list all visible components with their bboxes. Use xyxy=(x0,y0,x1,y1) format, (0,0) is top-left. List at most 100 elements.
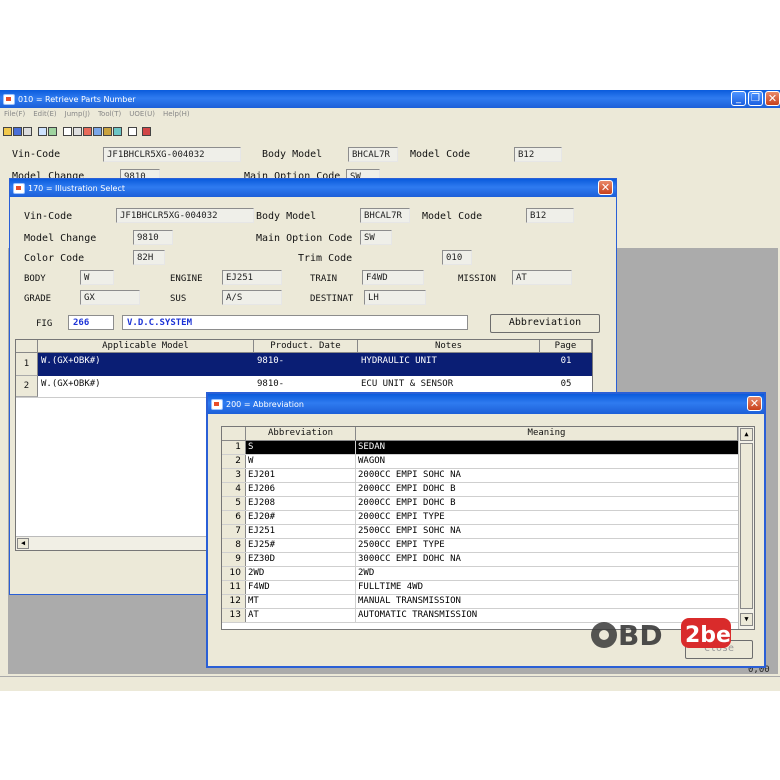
item-meaning: FULLTIME 4WD xyxy=(358,582,424,592)
item-abbreviation: EJ208 xyxy=(246,497,356,510)
list-item[interactable]: 11 F4WD FULLTIME 4WD xyxy=(222,581,738,595)
table-icon[interactable] xyxy=(73,126,82,136)
list-item[interactable]: 6 EJ20# 2000CC EMPI TYPE xyxy=(222,511,738,525)
ill-grade-field[interactable]: GX xyxy=(80,290,140,305)
ill-train-field[interactable]: F4WD xyxy=(362,270,424,285)
col-meaning[interactable]: Meaning xyxy=(356,427,738,441)
abb-table-corner xyxy=(222,427,246,441)
ill-vin-field[interactable]: JF1BHCLR5XG-004032 xyxy=(116,208,254,223)
list-item[interactable]: 5 EJ208 2000CC EMPI DOHC B xyxy=(222,497,738,511)
abbreviation-vertical-scrollbar[interactable]: ▲ ▼ xyxy=(738,427,754,629)
menu-help[interactable]: Help(H) xyxy=(163,110,190,122)
abbreviation-rows: 1 S SEDAN 2 W WAGON 3 EJ201 2000CC EMPI SOHC N… xyxy=(222,441,738,629)
open-icon[interactable] xyxy=(3,126,12,136)
ill-sus-field[interactable]: A/S xyxy=(222,290,282,305)
ill-body-model-label: Body Model xyxy=(256,211,317,222)
ill-model-change-field[interactable]: 9810 xyxy=(133,230,173,245)
scroll-down-icon[interactable]: ▼ xyxy=(740,613,753,626)
item-abbreviation: EJ251 xyxy=(246,525,356,538)
maximize-button[interactable]: ❐ xyxy=(748,91,763,106)
ill-color-code-field[interactable]: 82H xyxy=(133,250,165,265)
list-item[interactable]: 4 EJ206 2000CC EMPI DOHC B xyxy=(222,483,738,497)
ill-mission-field[interactable]: AT xyxy=(512,270,572,285)
item-number: 7 xyxy=(222,525,246,538)
scroll-left-icon[interactable]: ◀ xyxy=(17,538,29,549)
abbreviation-close-icon[interactable]: ✕ xyxy=(747,396,762,411)
ill-engine-field[interactable]: EJ251 xyxy=(222,270,282,285)
main-model-code-field[interactable]: B12 xyxy=(514,147,562,162)
table-row[interactable]: 1 W.(GX+OBK#) 9810- HYDRAULIC UNIT 01 xyxy=(16,353,592,376)
list-item[interactable]: 9 EZ30D 3000CC EMPI DOHC NA xyxy=(222,553,738,567)
image-icon[interactable] xyxy=(113,126,122,136)
item-meaning: 2000CC EMPI DOHC B xyxy=(358,498,456,508)
row-page: 01 xyxy=(560,356,572,366)
col-page[interactable]: Page xyxy=(540,340,592,353)
ill-trim-code-field[interactable]: 010 xyxy=(442,250,472,265)
obd2be-logo: BD 2be xyxy=(588,612,738,656)
row-model: W.(GX+OBK#) xyxy=(41,356,101,366)
main-vin-field[interactable]: JF1BHCLR5XG-004032 xyxy=(103,147,241,162)
save-icon[interactable] xyxy=(13,126,22,136)
main-body-model-field[interactable]: BHCAL7R xyxy=(348,147,398,162)
scroll-up-icon[interactable]: ▲ xyxy=(740,428,753,441)
item-meaning: 3000CC EMPI DOHC NA xyxy=(358,554,461,564)
item-number: 13 xyxy=(222,609,246,622)
list-item[interactable]: 3 EJ201 2000CC EMPI SOHC NA xyxy=(222,469,738,483)
list-item[interactable]: 10 2WD 2WD xyxy=(222,567,738,581)
exit-icon[interactable] xyxy=(142,126,151,136)
ill-model-code-field[interactable]: B12 xyxy=(526,208,574,223)
user-icon[interactable] xyxy=(93,126,102,136)
menu-bar: File(F) Edit(E) Jump(J) Tool(T) UOE(U) H… xyxy=(4,110,190,122)
list-item[interactable]: 2 W WAGON xyxy=(222,455,738,469)
item-meaning: WAGON xyxy=(358,456,386,466)
row-date: 9810- xyxy=(257,379,285,389)
list-item[interactable]: 8 EJ25# 2500CC EMPI TYPE xyxy=(222,539,738,553)
menu-jump[interactable]: Jump(J) xyxy=(65,110,90,122)
list-item[interactable]: 1 S SEDAN xyxy=(222,441,738,455)
item-abbreviation: F4WD xyxy=(246,581,356,594)
list-item[interactable]: 7 EJ251 2500CC EMPI SOHC NA xyxy=(222,525,738,539)
item-abbreviation: EJ20# xyxy=(246,511,356,524)
main-model-code-label: Model Code xyxy=(410,149,471,160)
menu-uoe[interactable]: UOE(U) xyxy=(129,110,155,122)
ill-train-label: TRAIN xyxy=(310,274,338,284)
col-abbreviation[interactable]: Abbreviation xyxy=(246,427,356,441)
abbreviation-window-title: 200 = Abbreviation xyxy=(226,399,304,409)
ill-destinat-field[interactable]: LH xyxy=(364,290,426,305)
minimize-button[interactable]: _ xyxy=(731,91,746,106)
ill-mission-label: MISSION xyxy=(458,274,496,284)
illustration-close-button[interactable]: ✕ xyxy=(598,180,613,195)
ill-color-code-label: Color Code xyxy=(24,253,85,264)
ill-vin-label: Vin-Code xyxy=(24,211,73,222)
table-corner xyxy=(16,340,38,353)
ill-body-model-field[interactable]: BHCAL7R xyxy=(360,208,410,223)
grid-icon[interactable] xyxy=(63,126,72,136)
item-meaning: 2500CC EMPI SOHC NA xyxy=(358,526,461,536)
scroll-thumb[interactable] xyxy=(740,443,753,609)
book-icon[interactable] xyxy=(103,126,112,136)
col-applicable-model[interactable]: Applicable Model xyxy=(38,340,254,353)
item-number: 8 xyxy=(222,539,246,552)
ill-main-option-field[interactable]: SW xyxy=(360,230,392,245)
list-icon[interactable] xyxy=(48,126,57,136)
item-number: 4 xyxy=(222,483,246,496)
ill-fig-number[interactable]: 266 xyxy=(68,315,114,330)
menu-file[interactable]: File(F) xyxy=(4,110,25,122)
item-number: 9 xyxy=(222,553,246,566)
ill-fig-name[interactable]: V.D.C.SYSTEM xyxy=(122,315,468,330)
col-notes[interactable]: Notes xyxy=(358,340,540,353)
table-horizontal-scrollbar[interactable]: ◀ xyxy=(16,536,216,550)
obd2be-logo-graphic: BD 2be xyxy=(591,618,731,652)
chart-icon[interactable] xyxy=(83,126,92,136)
ill-body-field[interactable]: W xyxy=(80,270,114,285)
list-item[interactable]: 12 MT MANUAL TRANSMISSION xyxy=(222,595,738,609)
print-icon[interactable] xyxy=(23,126,32,136)
col-product-date[interactable]: Product. Date xyxy=(254,340,358,353)
abbreviation-button[interactable]: Abbreviation xyxy=(490,314,600,333)
item-meaning: MANUAL TRANSMISSION xyxy=(358,596,461,606)
copy-icon[interactable] xyxy=(128,126,137,136)
find-icon[interactable] xyxy=(38,126,47,136)
menu-tool[interactable]: Tool(T) xyxy=(98,110,121,122)
main-close-button[interactable]: ✕ xyxy=(765,91,780,106)
menu-edit[interactable]: Edit(E) xyxy=(33,110,56,122)
